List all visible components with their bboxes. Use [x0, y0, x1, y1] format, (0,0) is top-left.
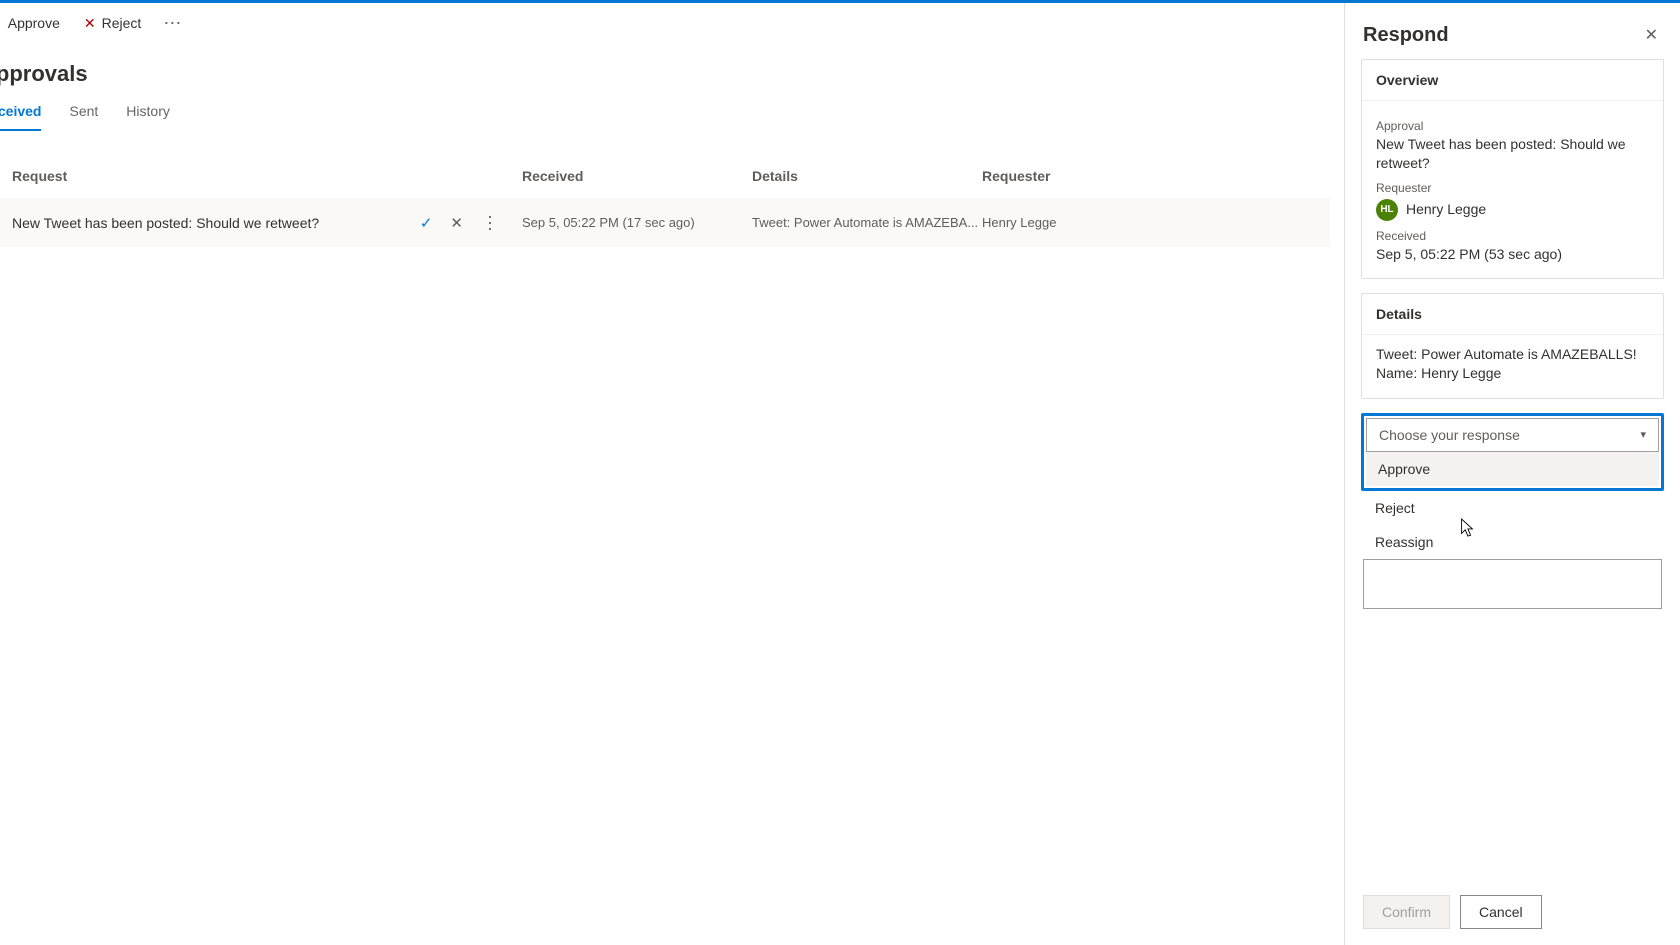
avatar: HL	[1376, 199, 1398, 221]
col-request: Request	[12, 168, 522, 184]
approval-value: New Tweet has been posted: Should we ret…	[1376, 135, 1649, 173]
table-row[interactable]: New Tweet has been posted: Should we ret…	[0, 198, 1330, 247]
col-details: Details	[752, 168, 982, 184]
approval-label: Approval	[1376, 119, 1649, 133]
response-highlight-frame: Choose your response ▾ Approve	[1361, 413, 1664, 491]
dropdown-option-reassign[interactable]: Reassign	[1361, 525, 1664, 559]
panel-body: Overview Approval New Tweet has been pos…	[1345, 59, 1680, 879]
check-icon: ✓	[0, 15, 2, 32]
comment-textarea[interactable]	[1363, 559, 1662, 609]
received-label: Received	[1376, 229, 1649, 243]
row-requester-cell: Henry Legge	[982, 215, 1318, 230]
panel-title: Respond	[1363, 24, 1449, 47]
page-title: Approvals	[0, 61, 1330, 87]
row-inline-actions: ✓ ✕ ⋯	[420, 212, 498, 233]
overview-section: Overview Approval New Tweet has been pos…	[1361, 59, 1664, 279]
details-line-2: Name: Henry Legge	[1376, 364, 1649, 384]
command-toolbar: ✓ Approve ✕ Reject ⋯	[0, 3, 1330, 43]
more-actions-button[interactable]: ⋯	[155, 9, 190, 38]
dropdown-option-approve[interactable]: Approve	[1366, 452, 1659, 486]
row-reject-icon[interactable]: ✕	[450, 214, 463, 232]
tab-history[interactable]: History	[126, 95, 170, 131]
dropdown-list: Approve	[1366, 452, 1659, 486]
chevron-down-icon: ▾	[1640, 428, 1646, 441]
overview-heading: Overview	[1362, 60, 1663, 101]
col-requester: Requester	[982, 168, 1318, 184]
x-icon: ✕	[84, 15, 96, 32]
tab-received[interactable]: Received	[0, 95, 41, 131]
row-details-cell: Tweet: Power Automate is AMAZEBA...	[752, 215, 982, 230]
requester-label: Requester	[1376, 181, 1649, 195]
received-value: Sep 5, 05:22 PM (53 sec ago)	[1376, 245, 1649, 264]
response-dropdown[interactable]: Choose your response ▾ Approve	[1366, 418, 1659, 486]
row-request-cell: New Tweet has been posted: Should we ret…	[12, 212, 522, 233]
respond-panel: Respond ✕ Overview Approval New Tweet ha…	[1344, 3, 1680, 945]
details-line-1: Tweet: Power Automate is AMAZEBALLS!	[1376, 345, 1649, 365]
panel-footer: Confirm Cancel	[1345, 879, 1680, 945]
dropdown-extra-options: Reject Reassign	[1361, 491, 1664, 559]
requester-name: Henry Legge	[1406, 200, 1486, 219]
panel-header: Respond ✕	[1345, 3, 1680, 59]
details-section: Details Tweet: Power Automate is AMAZEBA…	[1361, 293, 1664, 399]
cancel-button[interactable]: Cancel	[1460, 895, 1542, 929]
row-received-cell: Sep 5, 05:22 PM (17 sec ago)	[522, 215, 752, 230]
tabs-bar: Received Sent History	[0, 95, 1330, 132]
main-content-area: ✓ Approve ✕ Reject ⋯ Approvals Received …	[0, 3, 1330, 945]
dropdown-selected[interactable]: Choose your response ▾	[1366, 418, 1659, 452]
col-received: Received	[522, 168, 752, 184]
list-header: Request Received Details Requester	[0, 150, 1330, 198]
row-title: New Tweet has been posted: Should we ret…	[12, 215, 319, 231]
dropdown-option-reject[interactable]: Reject	[1361, 491, 1664, 525]
details-heading: Details	[1362, 294, 1663, 335]
reject-button[interactable]: ✕ Reject	[74, 11, 151, 36]
requester-row: HL Henry Legge	[1376, 199, 1649, 221]
tab-sent[interactable]: Sent	[69, 95, 98, 131]
row-approve-icon[interactable]: ✓	[420, 214, 433, 232]
approve-button[interactable]: ✓ Approve	[0, 11, 70, 36]
row-more-icon[interactable]: ⋯	[479, 214, 500, 231]
approve-label: Approve	[8, 15, 60, 31]
confirm-button[interactable]: Confirm	[1363, 895, 1450, 929]
dropdown-placeholder: Choose your response	[1379, 427, 1520, 443]
reject-label: Reject	[102, 15, 142, 31]
close-icon[interactable]: ✕	[1641, 21, 1662, 49]
